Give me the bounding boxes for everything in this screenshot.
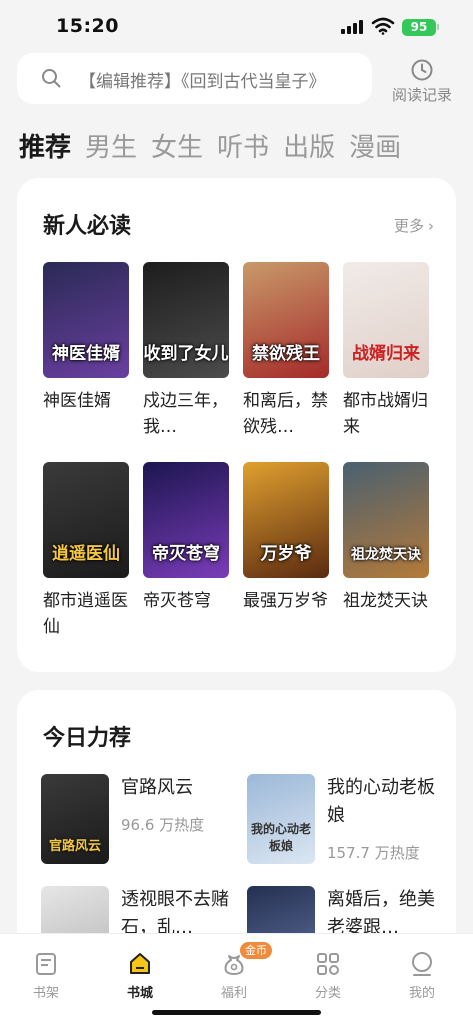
tab-recommend[interactable]: 推荐 bbox=[19, 126, 71, 170]
book-item[interactable]: 神医佳婿 神医佳婿 bbox=[43, 262, 131, 414]
section-title: 今日力荐 bbox=[43, 726, 132, 751]
search-bar[interactable]: 【编辑推荐】《回到古代当皇子》 bbox=[17, 53, 372, 104]
nav-bookshelf[interactable]: 书架 bbox=[14, 950, 78, 1001]
reading-history-label: 阅读记录 bbox=[391, 86, 452, 104]
book-cover: 战婿归来 bbox=[343, 262, 429, 378]
book-title: 神医佳婿 bbox=[43, 391, 111, 411]
pick-item[interactable]: 我的心动老板娘 我的心动老板娘 157.7 万热度 bbox=[247, 774, 447, 866]
more-link[interactable]: 更多 › bbox=[394, 215, 434, 236]
book-cover: 官路风云 bbox=[41, 774, 109, 864]
book-title: 戍边三年，我… bbox=[143, 391, 228, 437]
book-title: 帝灭苍穹 bbox=[143, 591, 211, 611]
book-cover: 神医佳婿 bbox=[43, 262, 129, 378]
book-item[interactable]: 禁欲残王 和离后，禁欲残… bbox=[243, 262, 331, 440]
cover-title: 神医佳婿 bbox=[52, 344, 120, 364]
book-cover: 帝灭苍穹 bbox=[143, 462, 229, 578]
book-cover: 逍遥医仙 bbox=[43, 462, 129, 578]
grid-icon bbox=[317, 953, 339, 975]
pick-item[interactable]: 官路风云 官路风云 96.6 万热度 bbox=[41, 774, 241, 866]
search-placeholder[interactable]: 【编辑推荐】《回到古代当皇子》 bbox=[79, 67, 326, 92]
cover-title: 祖龙焚天诀 bbox=[351, 547, 421, 563]
book-title: 和离后，禁欲残… bbox=[243, 391, 328, 437]
clock: 15:20 bbox=[56, 15, 119, 37]
heat-count: 96.6 万热度 bbox=[121, 816, 205, 834]
cover-title: 万岁爷 bbox=[260, 544, 312, 564]
book-cover: 禁欲残王 bbox=[243, 262, 329, 378]
battery-tip bbox=[437, 24, 439, 30]
cover-title: 逍遥医仙 bbox=[52, 544, 120, 564]
clock-icon bbox=[411, 59, 433, 81]
heat-count: 157.7 万热度 bbox=[327, 844, 420, 862]
wifi-icon bbox=[371, 17, 395, 35]
cover-title: 禁欲残王 bbox=[252, 344, 320, 364]
new-reader-section: 新人必读 更多 › 神医佳婿 神医佳婿 收到了女儿 戍边三年，我… 禁欲残王 和离… bbox=[17, 178, 456, 672]
book-title: 最强万岁爷 bbox=[243, 591, 328, 611]
more-label: 更多 bbox=[393, 217, 424, 235]
tab-publish[interactable]: 出版 bbox=[283, 126, 335, 170]
tab-audio[interactable]: 听书 bbox=[217, 126, 269, 170]
nav-profile[interactable]: 我的 bbox=[390, 950, 454, 1001]
nav-label: 福利 bbox=[220, 986, 247, 1001]
tab-comic[interactable]: 漫画 bbox=[349, 126, 401, 170]
book-title: 都市战婿归来 bbox=[343, 391, 428, 437]
status-bar: 15:20 95 bbox=[0, 0, 473, 52]
home-icon bbox=[130, 953, 150, 974]
reading-history-button[interactable]: 阅读记录 bbox=[386, 56, 458, 104]
search-icon bbox=[42, 69, 61, 88]
book-title: 都市逍遥医仙 bbox=[43, 591, 128, 637]
cover-title: 战婿归来 bbox=[352, 344, 420, 364]
profile-icon bbox=[412, 952, 432, 976]
book-item[interactable]: 万岁爷 最强万岁爷 bbox=[243, 462, 331, 614]
tab-female[interactable]: 女生 bbox=[151, 126, 203, 170]
nav-label: 书架 bbox=[32, 986, 59, 1001]
book-cover: 收到了女儿 bbox=[143, 262, 229, 378]
nav-category[interactable]: 分类 bbox=[296, 950, 360, 1001]
nav-bookstore[interactable]: 书城 bbox=[108, 950, 172, 1001]
book-cover: 我的心动老板娘 bbox=[247, 774, 315, 864]
battery-icon: 95 bbox=[402, 19, 436, 36]
book-item[interactable]: 帝灭苍穹 帝灭苍穹 bbox=[143, 462, 231, 614]
book-item[interactable]: 祖龙焚天诀 祖龙焚天诀 bbox=[343, 462, 431, 614]
section-title: 新人必读 bbox=[43, 214, 132, 239]
nav-label: 我的 bbox=[408, 986, 435, 1001]
bookshelf-icon bbox=[36, 953, 56, 975]
cover-title: 官路风云 bbox=[48, 839, 101, 854]
cover-title: 帝灭苍穹 bbox=[152, 544, 220, 564]
nav-label: 分类 bbox=[314, 986, 341, 1001]
book-item[interactable]: 战婿归来 都市战婿归来 bbox=[343, 262, 431, 440]
book-title: 祖龙焚天诀 bbox=[343, 591, 428, 611]
cover-title: 收到了女儿 bbox=[143, 344, 229, 364]
book-item[interactable]: 收到了女儿 戍边三年，我… bbox=[143, 262, 231, 440]
cellular-signal-icon bbox=[341, 20, 365, 34]
category-tabs: 推荐 男生 女生 听书 出版 漫画 bbox=[19, 126, 415, 170]
coin-badge: 金币 bbox=[240, 942, 272, 959]
cover-title: 我的心动老板娘 bbox=[250, 822, 311, 853]
nav-label: 书城 bbox=[126, 986, 153, 1001]
chevron-right-icon: › bbox=[428, 217, 434, 235]
home-indicator bbox=[152, 1010, 321, 1015]
book-cover: 祖龙焚天诀 bbox=[343, 462, 429, 578]
book-title: 官路风云 bbox=[121, 777, 193, 798]
book-cover: 万岁爷 bbox=[243, 462, 329, 578]
book-item[interactable]: 逍遥医仙 都市逍遥医仙 bbox=[43, 462, 131, 640]
tab-male[interactable]: 男生 bbox=[85, 126, 137, 170]
book-title: 我的心动老板娘 bbox=[327, 777, 435, 826]
